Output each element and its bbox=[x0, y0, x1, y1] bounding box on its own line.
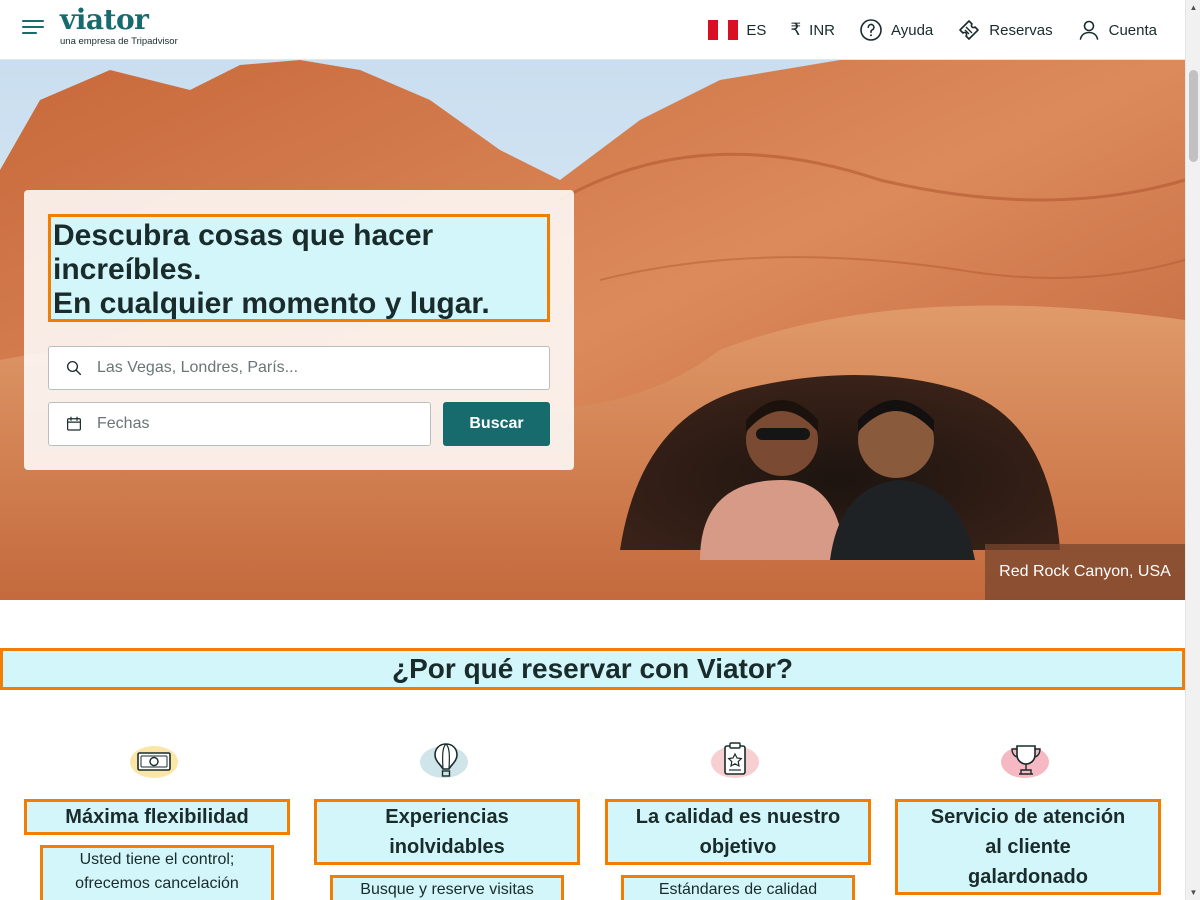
site-header: viator una empresa de Tripadvisor ES ₹ I… bbox=[0, 0, 1185, 60]
top-nav: ES ₹ INR Ayuda Reservas Cuenta bbox=[708, 0, 1157, 60]
why-section-title: ¿Por qué reservar con Viator? bbox=[0, 648, 1185, 690]
money-icon bbox=[130, 746, 178, 778]
hot-air-balloon-icon bbox=[420, 743, 468, 778]
dates-placeholder: Fechas bbox=[97, 415, 150, 432]
currency-label: INR bbox=[809, 21, 835, 39]
destination-search-input[interactable]: Las Vegas, Londres, París... bbox=[48, 346, 550, 390]
feature-description: Usted tiene el control; ofrecemos cancel… bbox=[40, 845, 274, 900]
page-scrollbar[interactable]: ▲ ▼ bbox=[1185, 0, 1200, 900]
photo-caption: Red Rock Canyon, USA bbox=[985, 544, 1185, 600]
language-selector[interactable]: ES bbox=[708, 20, 766, 40]
search-card: Descubra cosas que hacer increíbles. En … bbox=[24, 190, 574, 470]
hamburger-menu-icon[interactable] bbox=[22, 20, 44, 38]
feature-desc-line: Busque y reserve visitas bbox=[360, 881, 534, 898]
trophy-icon bbox=[1001, 745, 1049, 778]
hero-headline: Descubra cosas que hacer increíbles. En … bbox=[48, 214, 550, 322]
feature-title-line: al cliente bbox=[985, 836, 1071, 858]
headline-line: Descubra cosas que hacer bbox=[53, 219, 434, 252]
feature-title-line: objetivo bbox=[699, 836, 777, 858]
dates-input[interactable]: Fechas bbox=[48, 402, 431, 446]
help-circle-icon bbox=[860, 19, 882, 41]
search-icon bbox=[66, 360, 82, 376]
search-button[interactable]: Buscar bbox=[443, 402, 550, 446]
headline-line: increíbles. bbox=[53, 253, 202, 286]
feature-title-line: La calidad es nuestro bbox=[635, 806, 841, 828]
rupee-icon: ₹ bbox=[790, 20, 802, 39]
logo-wordmark: viator bbox=[60, 3, 149, 36]
bookings-label: Reservas bbox=[989, 21, 1053, 39]
feature-desc-line: ofrecemos cancelación bbox=[75, 875, 239, 892]
feature-title-line: galardonado bbox=[967, 866, 1088, 888]
feature-description: Busque y reserve visitas bbox=[330, 875, 564, 900]
calendar-icon bbox=[67, 416, 81, 431]
feature-title-line: Máxima flexibilidad bbox=[65, 806, 249, 828]
feature-title: Experiencias inolvidables bbox=[314, 799, 580, 865]
bookings-link[interactable]: Reservas bbox=[957, 18, 1053, 42]
viator-logo[interactable]: viator una empresa de Tripadvisor bbox=[60, 2, 178, 47]
language-label: ES bbox=[746, 21, 767, 39]
currency-selector[interactable]: ₹ INR bbox=[790, 20, 835, 40]
feature-title: Máxima flexibilidad bbox=[24, 799, 290, 835]
help-link[interactable]: Ayuda bbox=[859, 18, 933, 42]
quality-badge-icon bbox=[711, 742, 759, 778]
scrollbar-thumb[interactable] bbox=[1189, 70, 1198, 162]
logo-tagline: una empresa de Tripadvisor bbox=[60, 36, 178, 47]
feature-title-line: Servicio de atención bbox=[930, 806, 1126, 828]
scroll-down-arrow-icon[interactable]: ▼ bbox=[1186, 885, 1200, 900]
help-label: Ayuda bbox=[891, 21, 934, 39]
feature-desc-line: Usted tiene el control; bbox=[79, 851, 235, 868]
scroll-up-arrow-icon[interactable]: ▲ bbox=[1186, 0, 1200, 15]
user-icon bbox=[1079, 20, 1098, 40]
peru-flag-icon bbox=[708, 20, 739, 40]
destination-placeholder: Las Vegas, Londres, París... bbox=[97, 359, 299, 376]
feature-title-line: Experiencias bbox=[385, 806, 509, 828]
account-link[interactable]: Cuenta bbox=[1077, 18, 1157, 42]
feature-title: La calidad es nuestro objetivo bbox=[605, 799, 871, 865]
ticket-icon bbox=[959, 20, 980, 40]
feature-title-line: inolvidables bbox=[389, 836, 505, 858]
headline-line: En cualquier momento y lugar. bbox=[53, 287, 490, 320]
feature-title: Servicio de atención al cliente galardon… bbox=[895, 799, 1161, 895]
hero-section: Descubra cosas que hacer increíbles. En … bbox=[0, 60, 1185, 600]
account-label: Cuenta bbox=[1108, 21, 1157, 39]
feature-description: Estándares de calidad bbox=[621, 875, 855, 900]
feature-desc-line: Estándares de calidad bbox=[658, 881, 818, 898]
